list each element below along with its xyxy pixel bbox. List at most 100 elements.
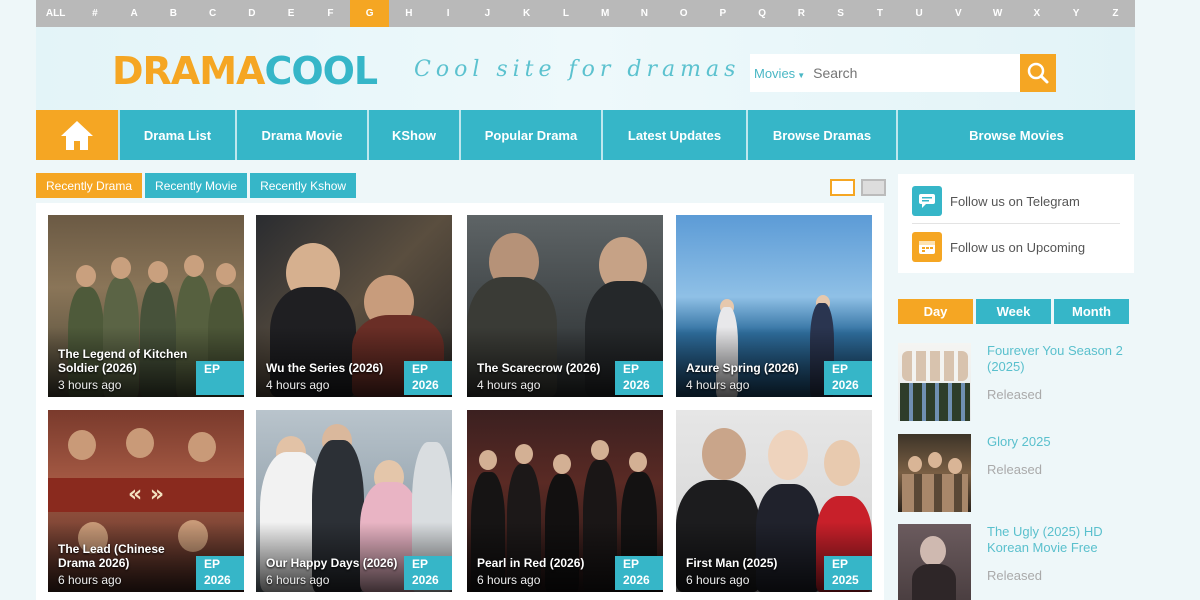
- drama-card[interactable]: Pearl in Red (2026) 6 hours ago EP 2026: [467, 410, 663, 592]
- alpha-u[interactable]: U: [900, 0, 939, 27]
- alpha-z[interactable]: Z: [1096, 0, 1135, 27]
- follow-telegram-link[interactable]: Follow us on Telegram: [912, 186, 1080, 216]
- ep-year: 2025: [832, 573, 859, 587]
- card-time: 4 hours ago: [266, 378, 330, 392]
- alpha-g[interactable]: G: [350, 0, 390, 27]
- drama-grid: The Legend of Kitchen Soldier (2026) 3 h…: [36, 203, 884, 600]
- main-nav: Drama List Drama Movie KShow Popular Dra…: [36, 110, 1135, 160]
- search-icon: [1027, 62, 1049, 84]
- follow-telegram-label: Follow us on Telegram: [950, 193, 1080, 209]
- alpha-l[interactable]: L: [546, 0, 585, 27]
- alpha-d[interactable]: D: [232, 0, 271, 27]
- ep-badge: EP 2026: [615, 556, 663, 590]
- divider: [912, 223, 1120, 224]
- alpha-v[interactable]: V: [939, 0, 978, 27]
- alpha-k[interactable]: K: [507, 0, 546, 27]
- nav-latest-updates[interactable]: Latest Updates: [601, 110, 746, 160]
- ranking-title: Fourever You Season 2 (2025): [987, 343, 1123, 374]
- drama-card[interactable]: Our Happy Days (2026) 6 hours ago EP 2026: [256, 410, 452, 592]
- search-type-label: Movies: [754, 65, 796, 81]
- alpha-t[interactable]: T: [860, 0, 899, 27]
- search-box: Movies ▼: [750, 54, 1020, 92]
- caret-down-icon: ▼: [797, 70, 806, 80]
- alpha-m[interactable]: M: [586, 0, 625, 27]
- nav-drama-list[interactable]: Drama List: [118, 110, 235, 160]
- ranking-status: Released: [987, 462, 1042, 477]
- tab-recently-kshow[interactable]: Recently Kshow: [250, 173, 357, 198]
- search-input[interactable]: [813, 65, 994, 81]
- ep-label: EP: [623, 557, 640, 571]
- alpha-s[interactable]: S: [821, 0, 860, 27]
- drama-card[interactable]: Wu the Series (2026) 4 hours ago EP 2026: [256, 215, 452, 397]
- grid-view-button[interactable]: [830, 179, 855, 196]
- alpha-i[interactable]: I: [429, 0, 468, 27]
- ranking-thumbnail: [898, 434, 971, 512]
- drama-card[interactable]: « » The Lead (Chinese Drama 2026) 6 hour…: [48, 410, 244, 592]
- drama-card[interactable]: First Man (2025) 6 hours ago EP 2025: [676, 410, 872, 592]
- follow-upcoming-label: Follow us on Upcoming: [950, 239, 1086, 255]
- ranking-status: Released: [987, 568, 1042, 583]
- ep-label: EP: [832, 362, 849, 376]
- alpha-hash[interactable]: #: [75, 0, 114, 27]
- card-title: Azure Spring (2026): [686, 361, 799, 375]
- drama-card[interactable]: The Scarecrow (2026) 4 hours ago EP 2026: [467, 215, 663, 397]
- alpha-h[interactable]: H: [389, 0, 428, 27]
- alpha-c[interactable]: C: [193, 0, 232, 27]
- card-time: 4 hours ago: [686, 378, 750, 392]
- alpha-w[interactable]: W: [978, 0, 1017, 27]
- ranking-title: The Ugly (2025) HD Korean Movie Free: [987, 524, 1103, 555]
- calendar-icon: [912, 232, 942, 262]
- alpha-e[interactable]: E: [272, 0, 311, 27]
- ep-badge: EP 2026: [404, 361, 452, 395]
- card-title: Pearl in Red (2026): [477, 556, 585, 570]
- site-logo[interactable]: DRAMACOOL: [112, 49, 378, 93]
- nav-browse-movies[interactable]: Browse Movies: [896, 110, 1135, 160]
- tab-week[interactable]: Week: [976, 299, 1051, 324]
- drama-card[interactable]: The Legend of Kitchen Soldier (2026) 3 h…: [48, 215, 244, 397]
- nav-drama-movie[interactable]: Drama Movie: [235, 110, 367, 160]
- ep-year: 2026: [623, 573, 650, 587]
- tab-recently-movie[interactable]: Recently Movie: [145, 173, 248, 198]
- ep-badge: EP 2026: [824, 361, 872, 395]
- nav-browse-dramas[interactable]: Browse Dramas: [746, 110, 896, 160]
- tab-month[interactable]: Month: [1054, 299, 1129, 324]
- card-title: Our Happy Days (2026): [266, 556, 398, 570]
- card-title: The Lead (Chinese Drama 2026): [58, 542, 165, 570]
- ranking-item[interactable]: Fourever You Season 2 (2025) Released: [898, 343, 1138, 423]
- alpha-r[interactable]: R: [782, 0, 821, 27]
- alpha-j[interactable]: J: [468, 0, 507, 27]
- alpha-n[interactable]: N: [625, 0, 664, 27]
- alpha-b[interactable]: B: [154, 0, 193, 27]
- nav-popular-drama[interactable]: Popular Drama: [459, 110, 601, 160]
- home-icon: [61, 121, 93, 150]
- ranking-status: Released: [987, 387, 1042, 402]
- ep-label: EP: [412, 557, 429, 571]
- alpha-o[interactable]: O: [664, 0, 703, 27]
- ep-year: 2026: [412, 573, 439, 587]
- ranking-item[interactable]: Glory 2025 Released: [898, 434, 1138, 514]
- alpha-f[interactable]: F: [311, 0, 350, 27]
- ep-year: 2026: [204, 573, 231, 587]
- list-view-button[interactable]: [861, 179, 886, 196]
- follow-upcoming-link[interactable]: Follow us on Upcoming: [912, 232, 1085, 262]
- alpha-q[interactable]: Q: [743, 0, 782, 27]
- search-type-select[interactable]: Movies ▼: [750, 66, 805, 81]
- card-title: Wu the Series (2026): [266, 361, 384, 375]
- alpha-a[interactable]: A: [115, 0, 154, 27]
- alpha-y[interactable]: Y: [1057, 0, 1096, 27]
- ep-badge: EP 2025: [824, 556, 872, 590]
- drama-card[interactable]: Azure Spring (2026) 4 hours ago EP 2026: [676, 215, 872, 397]
- card-title: The Scarecrow (2026): [477, 361, 601, 375]
- home-button[interactable]: [36, 110, 118, 160]
- ranking-item[interactable]: The Ugly (2025) HD Korean Movie Free Rel…: [898, 524, 1138, 600]
- tab-day[interactable]: Day: [898, 299, 973, 324]
- alpha-p[interactable]: P: [703, 0, 742, 27]
- search-button[interactable]: [1020, 54, 1056, 92]
- nav-kshow[interactable]: KShow: [367, 110, 459, 160]
- card-time: 6 hours ago: [477, 573, 541, 587]
- tab-recently-drama[interactable]: Recently Drama: [36, 173, 143, 198]
- alpha-x[interactable]: X: [1017, 0, 1056, 27]
- logo-part-cool: COOL: [264, 49, 378, 93]
- ranking-range-tabs: Day Week Month: [898, 299, 1129, 324]
- alpha-all[interactable]: ALL: [36, 0, 75, 27]
